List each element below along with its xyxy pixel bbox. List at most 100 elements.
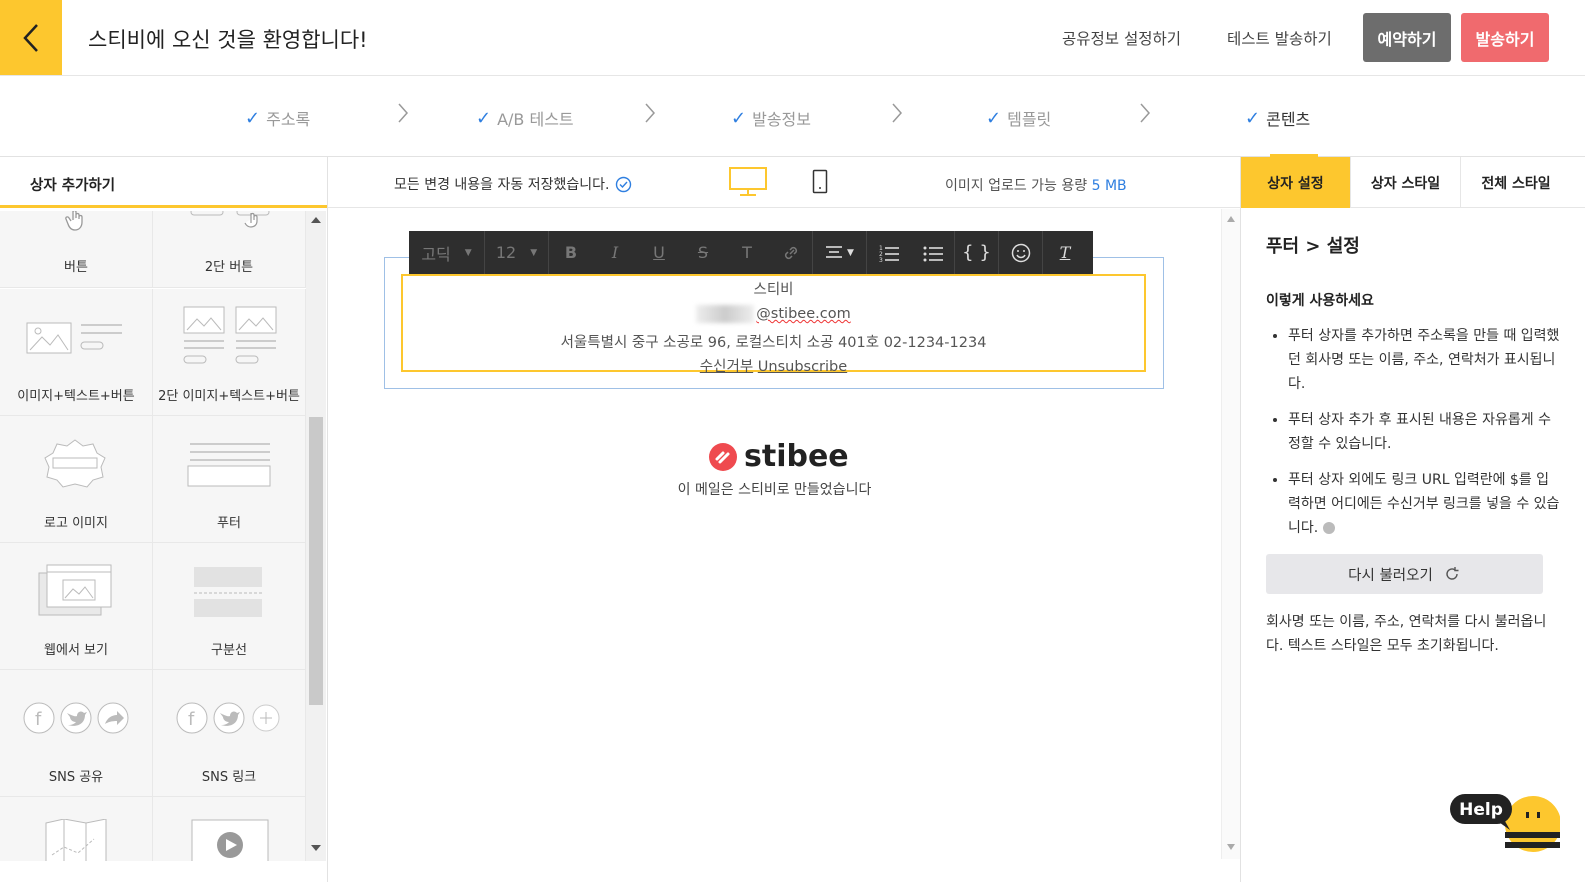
settings-body: 푸터 > 설정 이렇게 사용하세요 푸터 상자를 추가하면 주소록을 만들 때 …: [1241, 208, 1585, 658]
help-widget[interactable]: Help: [1448, 790, 1561, 858]
panel-title: 상자 추가하기: [0, 157, 327, 208]
step-template[interactable]: ✓ 템플릿: [986, 106, 1051, 130]
footer-email: @stibee.com: [696, 302, 851, 326]
tip-item: 푸터 상자를 추가하면 주소록을 만들 때 입력했던 회사명 또는 이름, 주소…: [1288, 324, 1560, 396]
editor-scrollbar[interactable]: [1221, 209, 1240, 859]
block-map[interactable]: [0, 797, 153, 861]
info-icon[interactable]: [1322, 522, 1335, 534]
hand-pointer-icon: [65, 211, 83, 231]
left-scrollbar-thumb[interactable]: [309, 417, 323, 705]
footer-icon: [187, 443, 271, 487]
reserve-button[interactable]: 예약하기: [1363, 13, 1451, 62]
block-video[interactable]: [153, 797, 306, 861]
block-label: 이미지+텍스트+버튼: [17, 389, 135, 404]
code-button[interactable]: { }: [955, 231, 999, 274]
upload-label: 이미지 업로드 가능 용량: [945, 178, 1088, 194]
block-two-image-text-button[interactable]: 2단 이미지+텍스트+버튼: [153, 289, 306, 416]
block-two-buttons[interactable]: 2단 버튼: [153, 211, 306, 288]
footer-email-domain: @stibee.com: [756, 306, 851, 322]
scroll-down-arrow-icon[interactable]: [1226, 843, 1236, 851]
page-title: 스티비에 오신 것을 환영합니다!: [88, 28, 368, 52]
block-logo-image[interactable]: 로고 이미지: [0, 416, 153, 543]
back-button[interactable]: [0, 0, 62, 75]
step-label: A/B 테스트: [497, 110, 574, 129]
underline-button[interactable]: U: [637, 231, 681, 274]
caret-down-icon: ▼: [464, 247, 472, 258]
top-header: 스티비에 오신 것을 환영합니다! 공유정보 설정하기 테스트 발송하기 예약하…: [0, 0, 1585, 76]
clear-format-button[interactable]: T: [1043, 231, 1087, 274]
chevron-right-icon: [398, 103, 409, 123]
scroll-up-arrow-icon[interactable]: [1226, 215, 1236, 223]
font-size-select[interactable]: 12 ▼: [485, 231, 549, 274]
unsubscribe-en-link[interactable]: Unsubscribe: [758, 359, 847, 375]
divider-icon: [194, 567, 262, 617]
tip-item: 푸터 상자 추가 후 표시된 내용은 자유롭게 수정할 수 있습니다.: [1288, 408, 1560, 456]
reload-button[interactable]: 다시 불러오기: [1266, 554, 1543, 594]
autosave-text: 모든 변경 내용을 자동 저장했습니다.: [394, 177, 610, 193]
reload-label: 다시 불러오기: [1348, 567, 1433, 584]
text-color-button[interactable]: T: [725, 231, 769, 274]
brand-name: stibee: [744, 439, 849, 474]
italic-button[interactable]: I: [593, 231, 637, 274]
desktop-view-icon[interactable]: [728, 167, 768, 197]
footer-unsubscribe: 수신거부 Unsubscribe: [403, 355, 1144, 379]
block-sns-share[interactable]: f SNS 공유: [0, 670, 153, 797]
sns-share-icons: f: [23, 702, 129, 734]
block-sns-link[interactable]: f SNS 링크: [153, 670, 306, 797]
step-ab-test[interactable]: ✓ A/B 테스트: [476, 106, 574, 130]
ordered-list-button[interactable]: 123: [867, 231, 911, 274]
chevron-right-icon: [1140, 103, 1151, 123]
tab-block-settings[interactable]: 상자 설정: [1241, 157, 1351, 208]
scroll-up-arrow-icon[interactable]: [310, 215, 322, 225]
help-bee-icon: Help: [1450, 794, 1561, 852]
align-select[interactable]: ▼: [813, 231, 867, 274]
tab-global-style[interactable]: 전체 스타일: [1461, 157, 1571, 208]
upload-capacity: 이미지 업로드 가능 용량 5 MB: [945, 175, 1127, 195]
check-circle-icon: [616, 176, 632, 192]
block-footer[interactable]: 푸터: [153, 416, 306, 543]
tab-block-style[interactable]: 상자 스타일: [1351, 157, 1461, 208]
block-button[interactable]: 버튼: [0, 211, 153, 288]
step-send-info[interactable]: ✓ 발송정보: [731, 106, 811, 130]
scroll-down-arrow-icon[interactable]: [310, 843, 322, 853]
image-text-button-icon: [26, 322, 122, 354]
check-icon: ✓: [1245, 107, 1261, 129]
step-address-book[interactable]: ✓ 주소록: [245, 106, 310, 130]
map-icon: [45, 819, 107, 861]
block-image-text-button[interactable]: 이미지+텍스트+버튼: [0, 289, 153, 416]
unsubscribe-ko-link[interactable]: 수신거부: [700, 359, 753, 375]
share-settings-link[interactable]: 공유정보 설정하기: [1062, 27, 1181, 49]
upload-size: 5 MB: [1091, 178, 1127, 194]
stibee-logo-icon: [709, 442, 737, 471]
two-column-image-text-icon: [183, 306, 277, 364]
editor-area: 모든 변경 내용을 자동 저장했습니다. 이미지 업로드 가능 용량 5 MB …: [328, 157, 1240, 882]
step-content[interactable]: ✓ 콘텐츠: [1245, 106, 1310, 130]
test-send-link[interactable]: 테스트 발송하기: [1227, 27, 1332, 49]
logo-badge-icon: [44, 439, 106, 488]
send-button[interactable]: 발송하기: [1461, 13, 1549, 62]
ordered-list-icon: 123: [879, 245, 899, 262]
email-canvas: 스티비 @stibee.com 서울특별시 중구 소공로 96, 로컬스티치 소…: [328, 209, 1221, 859]
link-button[interactable]: [769, 231, 813, 274]
bold-button[interactable]: B: [549, 231, 593, 274]
link-icon: [784, 246, 797, 259]
check-icon: ✓: [986, 107, 1002, 129]
step-label: 콘텐츠: [1266, 110, 1311, 129]
bullet-list-icon: [923, 246, 943, 261]
caret-down-icon: ▼: [530, 247, 538, 258]
reload-note: 회사명 또는 이름, 주소, 연락처를 다시 불러옵니다. 텍스트 스타일은 모…: [1266, 614, 1547, 654]
emoji-button[interactable]: [999, 231, 1043, 274]
font-family-select[interactable]: 고딕 ▼: [409, 231, 485, 274]
bullet-list-button[interactable]: [911, 231, 955, 274]
block-label: 구분선: [211, 643, 247, 658]
step-navigation: ✓ 주소록 ✓ A/B 테스트 ✓ 발송정보 ✓ 템플릿 ✓ 콘텐츠: [0, 77, 1585, 157]
block-view-on-web[interactable]: 웹에서 보기: [0, 543, 153, 670]
step-label: 템플릿: [1007, 110, 1052, 129]
strike-button[interactable]: S: [681, 231, 725, 274]
mobile-view-icon[interactable]: [812, 169, 828, 195]
check-icon: ✓: [476, 107, 492, 129]
settings-panel: 상자 설정 상자 스타일 전체 스타일 푸터 > 설정 이렇게 사용하세요 푸터…: [1240, 157, 1585, 882]
block-divider[interactable]: 구분선: [153, 543, 306, 670]
check-icon: ✓: [245, 107, 261, 129]
footer-text-editor[interactable]: 스티비 @stibee.com 서울특별시 중구 소공로 96, 로컬스티치 소…: [401, 274, 1146, 375]
